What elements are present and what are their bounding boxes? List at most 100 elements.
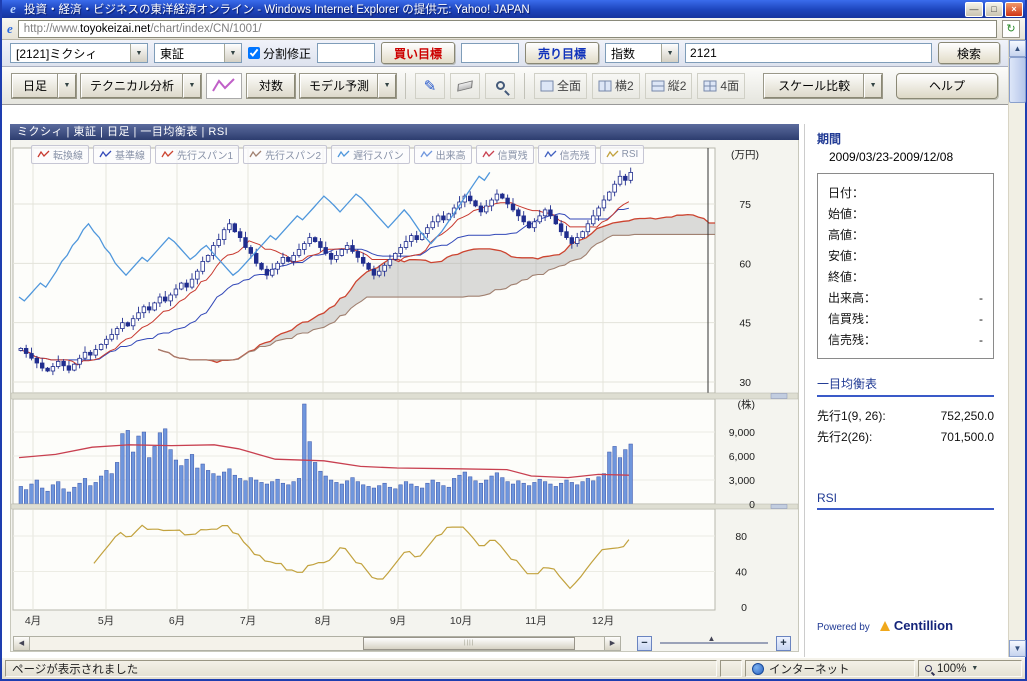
legend-item[interactable]: RSI bbox=[600, 145, 645, 164]
draw-pencil-button[interactable]: ✎ bbox=[415, 73, 445, 99]
sell-target-button[interactable]: 売り目標 bbox=[525, 42, 599, 64]
refresh-icon[interactable]: ↻ bbox=[1002, 20, 1020, 38]
legend-item[interactable]: 遅行スパン bbox=[331, 145, 410, 164]
search-button[interactable]: 検索 bbox=[938, 42, 1000, 64]
market-select[interactable]: 東証 ▼ bbox=[154, 43, 242, 63]
model-dropdown[interactable]: ▼ bbox=[378, 74, 396, 98]
browser-window: e 投資・経済・ビジネスの東洋経済オンライン - Windows Interne… bbox=[0, 0, 1027, 681]
legend-item[interactable]: 信買残 bbox=[476, 145, 534, 164]
index-select[interactable]: 指数 ▼ bbox=[605, 43, 679, 63]
legend-item[interactable]: 出来高 bbox=[414, 145, 472, 164]
zoom-level[interactable]: 100% ▼ bbox=[918, 660, 1022, 677]
buy-target-button[interactable]: 買い目標 bbox=[381, 42, 455, 64]
log-scale-button[interactable]: 対数 bbox=[247, 74, 295, 98]
legend-item[interactable]: 先行スパン1 bbox=[155, 145, 239, 164]
powered-by-label: Powered by bbox=[817, 622, 870, 633]
svg-text:(株): (株) bbox=[738, 398, 756, 411]
info-panel: 期間 2009/03/23-2009/12/08 日付：始値：高値：安値：終値：… bbox=[804, 124, 1004, 657]
quote-row: 日付： bbox=[828, 182, 983, 203]
chevron-down-icon[interactable]: ▼ bbox=[224, 44, 241, 62]
chart-horizontal-scrollbar[interactable]: ◀ |||| ▶ bbox=[13, 636, 621, 651]
svg-text:7月: 7月 bbox=[240, 615, 256, 627]
quote-row: 始値： bbox=[828, 203, 983, 224]
svg-text:0: 0 bbox=[749, 499, 755, 511]
browser-vertical-scrollbar[interactable]: ▲ ▼ bbox=[1008, 40, 1025, 657]
stock-code-input[interactable] bbox=[685, 43, 932, 63]
period-dropdown[interactable]: ▼ bbox=[58, 74, 76, 98]
status-spacer bbox=[720, 660, 742, 677]
layout-quad-button[interactable]: 4面 bbox=[697, 73, 745, 99]
ichimoku-title: 一目均衡表 bbox=[817, 375, 994, 397]
powered-by: Powered by Centillion bbox=[817, 618, 994, 633]
minimize-button[interactable]: — bbox=[965, 2, 983, 17]
svg-text:40: 40 bbox=[735, 567, 747, 579]
symbol-select[interactable]: [2121]ミクシィ ▼ bbox=[10, 43, 148, 63]
url-field[interactable]: http://www.toyokeizai.net/chart/index/CN… bbox=[18, 20, 997, 38]
stock-chart[interactable]: (万円)75604530(株)9,0006,0003,0000804004月5月… bbox=[11, 140, 798, 632]
split-adjust-checkbox[interactable] bbox=[248, 47, 260, 59]
address-bar: e http://www.toyokeizai.net/chart/index/… bbox=[2, 18, 1025, 40]
security-zone: インターネット bbox=[745, 660, 915, 677]
rsi-empty-area bbox=[817, 510, 994, 602]
quote-row: 信売残：- bbox=[828, 329, 983, 350]
url-domain: toyokeizai.net bbox=[80, 23, 150, 35]
help-button[interactable]: ヘルプ bbox=[896, 73, 998, 99]
chevron-down-icon[interactable]: ▼ bbox=[661, 44, 678, 62]
centillion-brand-name: Centillion bbox=[894, 618, 953, 633]
model-combo: モデル予測 ▼ bbox=[300, 74, 396, 98]
svg-text:9月: 9月 bbox=[390, 615, 406, 627]
zigzag-line-icon bbox=[211, 77, 237, 95]
svg-text:11月: 11月 bbox=[525, 615, 546, 627]
chart-legend: 転換線基準線先行スパン1先行スパン2遅行スパン出来高信買残信売残RSI bbox=[31, 145, 644, 164]
zoom-out-button[interactable]: − bbox=[637, 636, 652, 651]
legend-line-icon bbox=[249, 150, 262, 159]
zoom-slider-track[interactable]: ▲ bbox=[660, 642, 768, 644]
chart-body[interactable]: 転換線基準線先行スパン1先行スパン2遅行スパン出来高信買残信売残RSI (万円)… bbox=[10, 140, 799, 652]
legend-line-icon bbox=[161, 150, 174, 159]
centillion-triangle-icon bbox=[880, 621, 890, 631]
zoom-tool-button[interactable] bbox=[485, 73, 515, 99]
svg-text:60: 60 bbox=[739, 258, 751, 270]
centillion-logo: Centillion bbox=[880, 618, 953, 633]
maximize-button[interactable]: □ bbox=[985, 2, 1003, 17]
scroll-left-icon[interactable]: ◀ bbox=[14, 637, 30, 650]
legend-item[interactable]: 転換線 bbox=[31, 145, 89, 164]
grip-icon: |||| bbox=[464, 640, 474, 646]
technical-dropdown[interactable]: ▼ bbox=[183, 74, 201, 98]
single-pane-icon bbox=[540, 80, 554, 92]
scroll-track[interactable]: |||| bbox=[30, 637, 604, 650]
legend-item[interactable]: 基準線 bbox=[93, 145, 151, 164]
legend-line-icon bbox=[544, 150, 557, 159]
toolbar-separator bbox=[405, 73, 406, 99]
rsi-title: RSI bbox=[817, 491, 994, 510]
technical-combo: テクニカル分析 ▼ bbox=[81, 74, 201, 98]
period-button[interactable]: 日足 bbox=[12, 74, 58, 98]
legend-item[interactable]: 信売残 bbox=[538, 145, 596, 164]
legend-line-icon bbox=[606, 150, 619, 159]
close-button[interactable]: × bbox=[1005, 2, 1023, 17]
scroll-up-icon[interactable]: ▲ bbox=[1009, 40, 1026, 57]
trendline-tool-button[interactable] bbox=[206, 73, 242, 99]
legend-item[interactable]: 先行スパン2 bbox=[243, 145, 327, 164]
buy-target-input[interactable] bbox=[317, 43, 375, 63]
technical-button[interactable]: テクニカル分析 bbox=[81, 74, 183, 98]
layout-full-button[interactable]: 全面 bbox=[534, 73, 587, 99]
scroll-down-icon[interactable]: ▼ bbox=[1009, 640, 1026, 657]
sell-target-input[interactable] bbox=[461, 43, 519, 63]
toolbar-separator bbox=[524, 73, 525, 99]
quote-row: 終値： bbox=[828, 266, 983, 287]
layout-vertical2-button[interactable]: 縦2 bbox=[645, 73, 693, 99]
scroll-thumb[interactable]: |||| bbox=[363, 637, 575, 650]
scale-compare-button[interactable]: スケール比較 bbox=[764, 74, 864, 98]
zoom-in-button[interactable]: + bbox=[776, 636, 791, 651]
zoom-slider-handle[interactable]: ▲ bbox=[708, 634, 716, 643]
model-forecast-button[interactable]: モデル予測 bbox=[300, 74, 378, 98]
layout-horizontal2-button[interactable]: 横2 bbox=[592, 73, 640, 99]
scroll-right-icon[interactable]: ▶ bbox=[604, 637, 620, 650]
scale-compare-dropdown[interactable]: ▼ bbox=[864, 74, 882, 98]
chevron-down-icon[interactable]: ▼ bbox=[130, 44, 147, 62]
vertical-scroll-thumb[interactable] bbox=[1009, 57, 1026, 103]
svg-text:3,000: 3,000 bbox=[729, 475, 755, 487]
chevron-down-icon[interactable]: ▼ bbox=[971, 665, 978, 672]
eraser-button[interactable] bbox=[450, 73, 480, 99]
